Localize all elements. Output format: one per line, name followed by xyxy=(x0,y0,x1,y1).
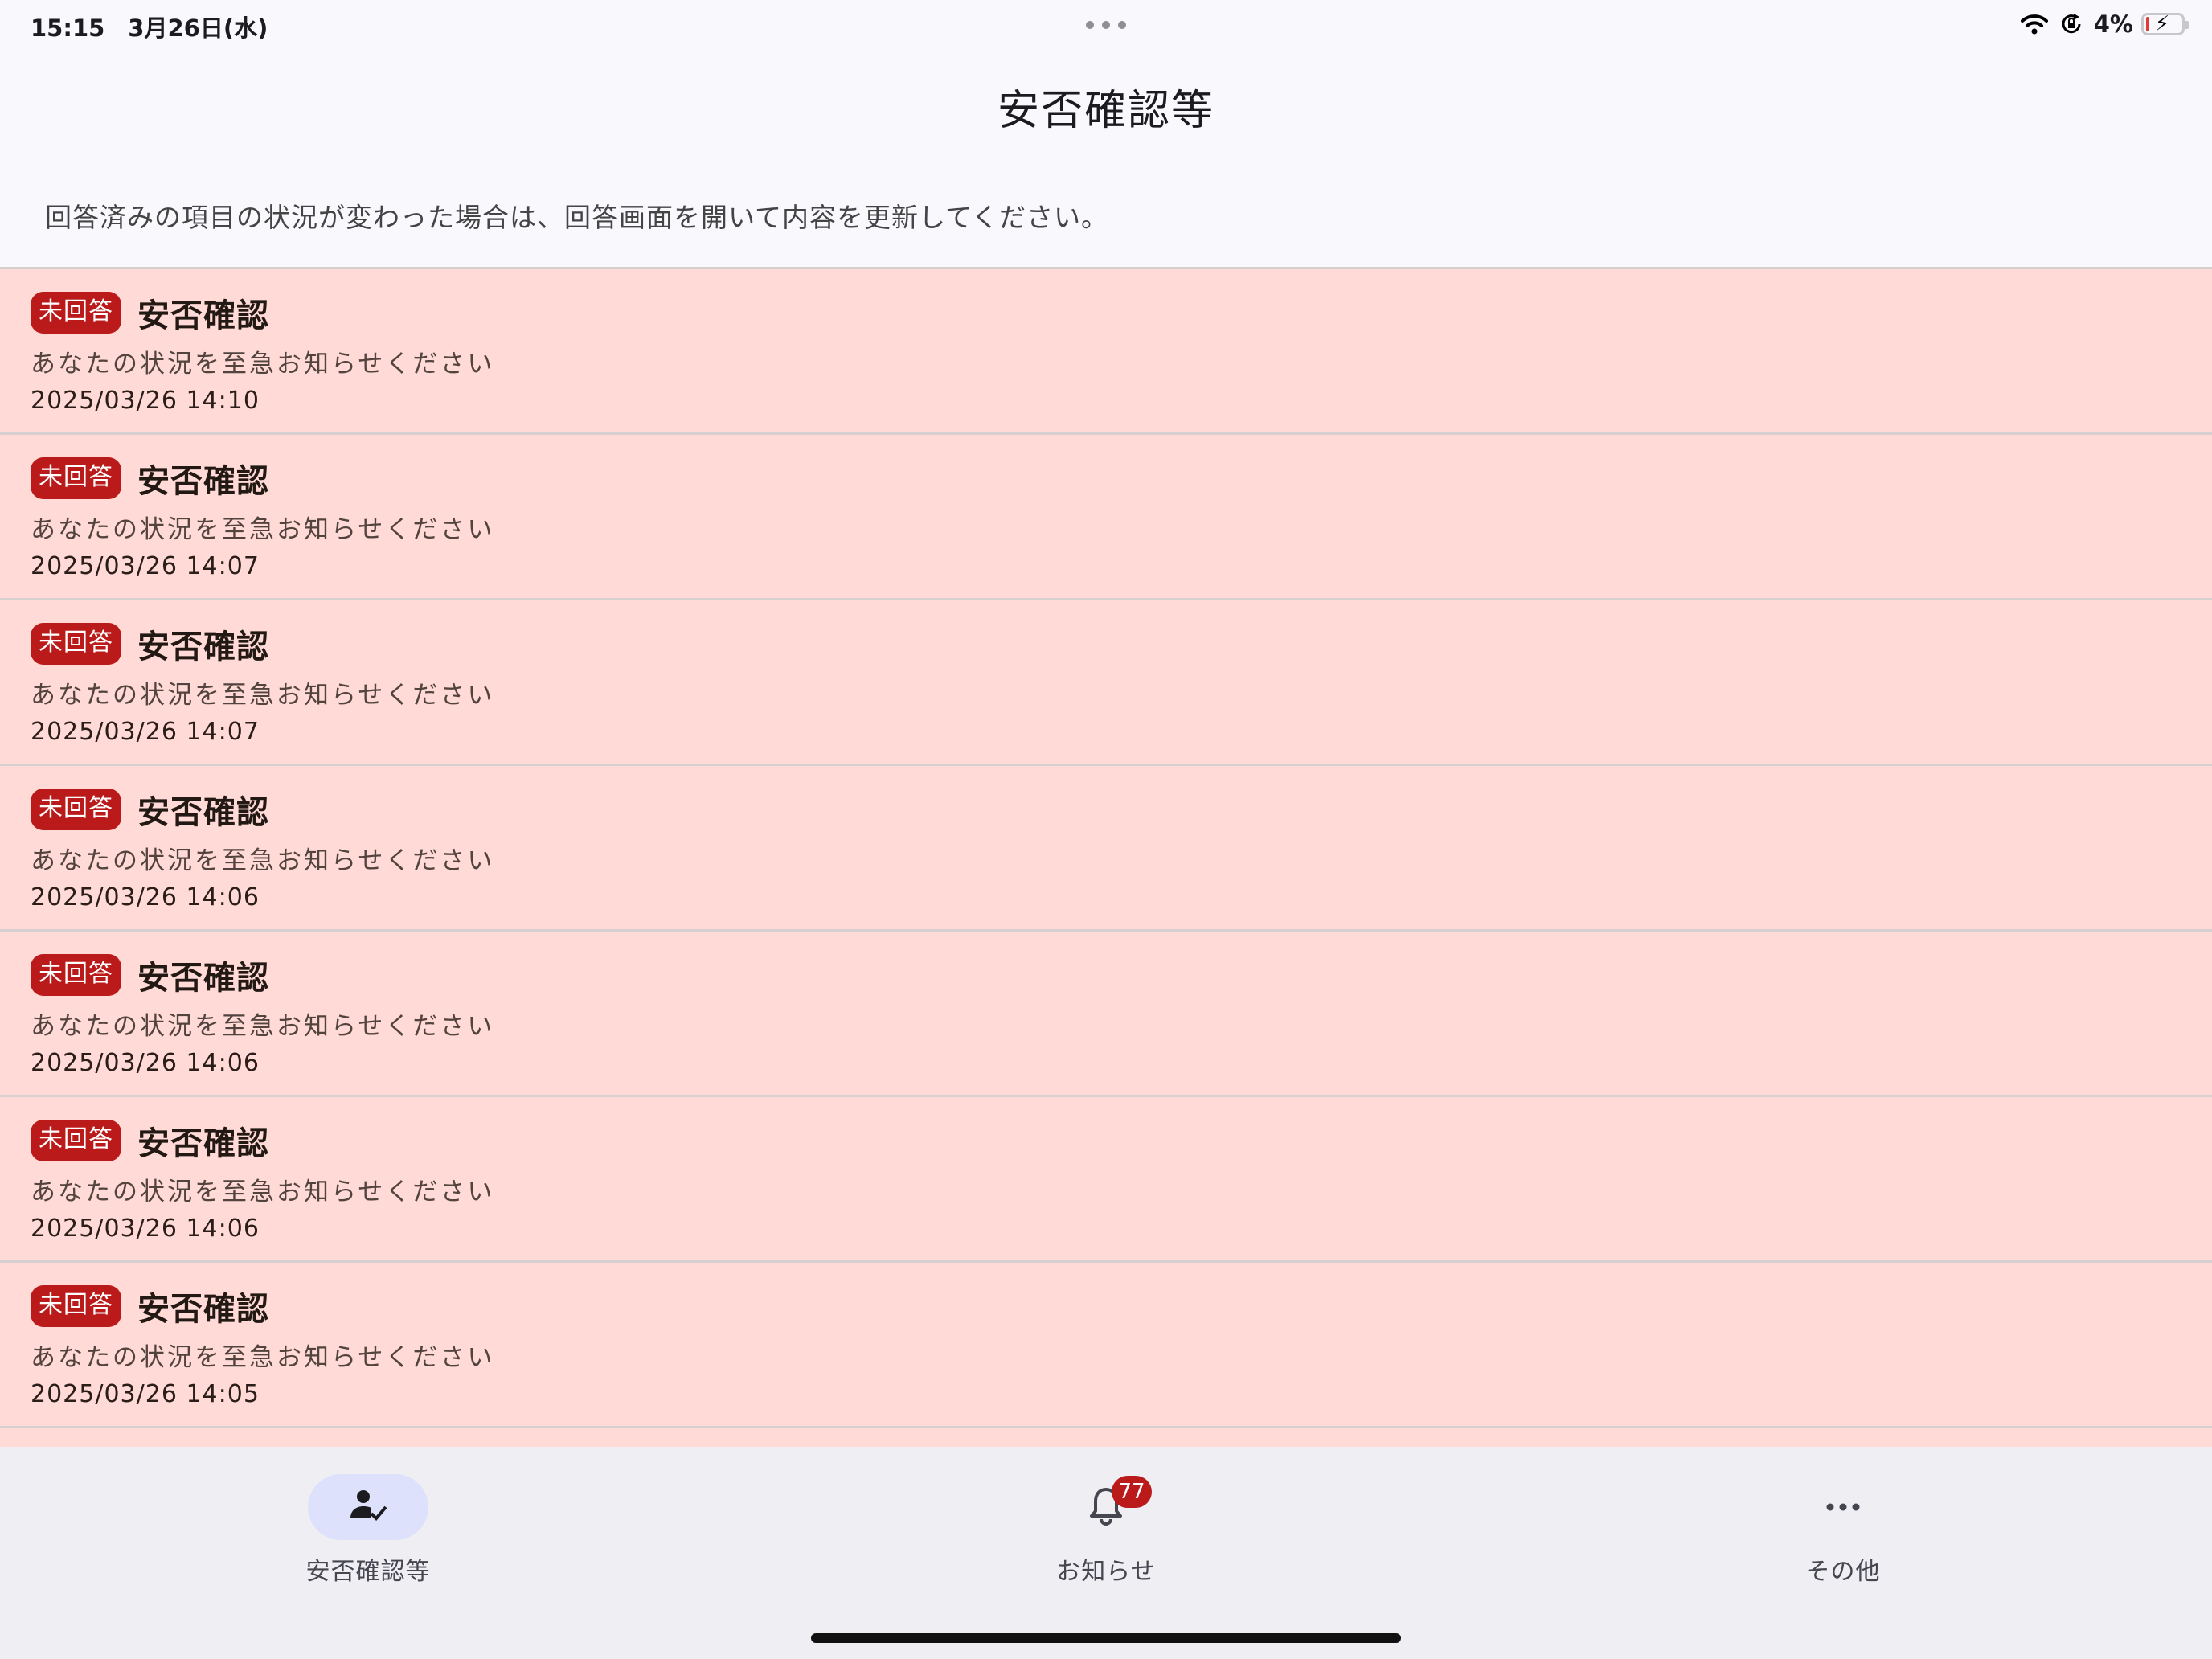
list-item[interactable]: 未回答 安否確認 あなたの状況を至急お知らせください 2025/03/26 14… xyxy=(0,766,2212,932)
item-date: 2025/03/26 14:05 xyxy=(31,1380,260,1408)
list-item[interactable]: 未回答 安否確認 あなたの状況を至急お知らせください 2025/03/26 14… xyxy=(0,1097,2212,1263)
notice-text: 回答済みの項目の状況が変わった場合は、回答画面を開いて内容を更新してください。 xyxy=(45,202,1109,233)
item-message: あなたの状況を至急お知らせください xyxy=(31,681,495,710)
status-bar: 15:15 3月26日(水) 4% ⚡ xyxy=(0,0,2212,48)
person-check-icon xyxy=(349,1488,387,1526)
item-message: あなたの状況を至急お知らせください xyxy=(31,515,495,544)
status-badge: 未回答 xyxy=(31,1120,121,1161)
item-title: 安否確認 xyxy=(137,629,269,666)
item-message: あなたの状況を至急お知らせください xyxy=(31,846,495,875)
notification-count-badge: 77 xyxy=(1112,1476,1152,1508)
item-date: 2025/03/26 14:06 xyxy=(31,1215,260,1243)
list-item[interactable]: 未回答 安否確認 あなたの状況を至急お知らせください 2025/03/26 14… xyxy=(0,1263,2212,1428)
item-date: 2025/03/26 14:07 xyxy=(31,552,260,580)
item-title: 安否確認 xyxy=(137,960,269,997)
status-badge: 未回答 xyxy=(31,457,121,499)
bottom-tab-bar: 安否確認等 77 お知らせ その他 xyxy=(0,1447,2212,1659)
home-indicator[interactable] xyxy=(811,1633,1401,1643)
status-right: 4% ⚡ xyxy=(2020,10,2189,39)
more-horizontal-icon xyxy=(1825,1500,1861,1515)
safety-confirmation-list[interactable]: 未回答 安否確認 あなたの状況を至急お知らせください 2025/03/26 14… xyxy=(0,267,2212,1447)
tab-label: お知らせ xyxy=(1056,1558,1156,1586)
tab-icon-container xyxy=(1783,1474,1903,1540)
page-title: 安否確認等 xyxy=(997,87,1215,135)
list-item[interactable] xyxy=(0,1428,2212,1447)
tab-label: その他 xyxy=(1805,1558,1881,1586)
list-item[interactable]: 未回答 安否確認 あなたの状況を至急お知らせください 2025/03/26 14… xyxy=(0,435,2212,600)
tab-other[interactable]: その他 xyxy=(1722,1474,1964,1611)
item-date: 2025/03/26 14:07 xyxy=(31,718,260,746)
item-title: 安否確認 xyxy=(137,297,269,334)
multitasking-dots-icon[interactable] xyxy=(1086,21,1126,29)
item-message: あなたの状況を至急お知らせください xyxy=(31,1343,495,1372)
tab-icon-container: 77 xyxy=(1046,1474,1166,1540)
tab-label: 安否確認等 xyxy=(305,1558,431,1586)
status-badge: 未回答 xyxy=(31,789,121,830)
item-title: 安否確認 xyxy=(137,1125,269,1162)
wifi-icon xyxy=(2020,11,2049,37)
item-date: 2025/03/26 14:06 xyxy=(31,883,260,911)
list-item[interactable]: 未回答 安否確認 あなたの状況を至急お知らせください 2025/03/26 14… xyxy=(0,600,2212,766)
tab-safety-confirmation[interactable]: 安否確認等 xyxy=(248,1474,489,1611)
list-item[interactable]: 未回答 安否確認 あなたの状況を至急お知らせください 2025/03/26 14… xyxy=(0,269,2212,435)
item-date: 2025/03/26 14:10 xyxy=(31,387,260,415)
item-title: 安否確認 xyxy=(137,1291,269,1328)
item-message: あなたの状況を至急お知らせください xyxy=(31,350,495,379)
item-title: 安否確認 xyxy=(137,463,269,500)
status-badge: 未回答 xyxy=(31,292,121,334)
list-item[interactable]: 未回答 安否確認 あなたの状況を至急お知らせください 2025/03/26 14… xyxy=(0,932,2212,1097)
tab-notifications[interactable]: 77 お知らせ xyxy=(985,1474,1227,1611)
item-message: あなたの状況を至急お知らせください xyxy=(31,1012,495,1041)
orientation-lock-icon xyxy=(2057,11,2086,37)
item-message: あなたの状況を至急お知らせください xyxy=(31,1178,495,1206)
status-badge: 未回答 xyxy=(31,1285,121,1327)
tab-active-indicator xyxy=(308,1474,428,1540)
battery-icon: ⚡ xyxy=(2141,12,2189,36)
status-time: 15:15 3月26日(水) xyxy=(31,14,268,42)
status-badge: 未回答 xyxy=(31,954,121,996)
battery-percent: 4% xyxy=(2093,10,2133,38)
item-title: 安否確認 xyxy=(137,794,269,831)
status-badge: 未回答 xyxy=(31,623,121,665)
item-date: 2025/03/26 14:06 xyxy=(31,1049,260,1077)
